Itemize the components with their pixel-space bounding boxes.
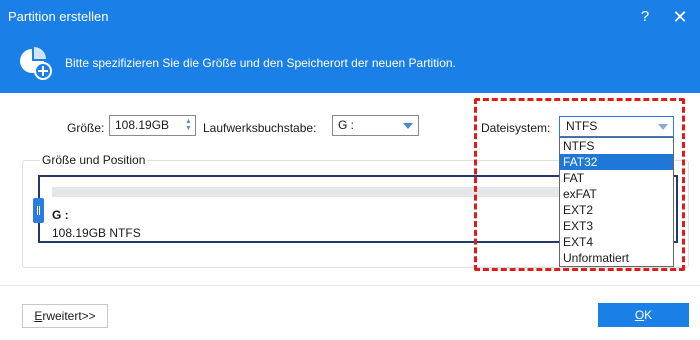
- drive-letter-label: Laufwerksbuchstabe:: [203, 121, 317, 135]
- help-button[interactable]: ?: [633, 5, 657, 29]
- window-title: Partition erstellen: [8, 9, 109, 24]
- size-label: Größe:: [67, 121, 105, 135]
- instruction-text: Bitte spezifizieren Sie die Größe und de…: [65, 56, 456, 70]
- ok-label: K: [644, 308, 653, 322]
- size-value: 108.19GB: [115, 118, 170, 132]
- partition-add-icon: [20, 47, 52, 80]
- highlight-annotation: [474, 98, 685, 271]
- size-stepper[interactable]: 108.19GB ▲ ▼: [109, 115, 196, 136]
- partition-info: 108.19GB NTFS: [52, 226, 141, 240]
- drive-letter-select[interactable]: G :: [332, 115, 419, 136]
- drive-letter-value: G :: [338, 118, 355, 132]
- advanced-button[interactable]: Erweitert>>: [22, 304, 108, 328]
- partition-name: G :: [52, 208, 69, 222]
- ok-button[interactable]: OK: [598, 303, 689, 327]
- title-bar: Partition erstellen ? ✕: [0, 0, 700, 35]
- resize-handle[interactable]: [33, 198, 44, 223]
- advanced-label: rweitert>>: [42, 309, 96, 323]
- position-group-title: Größe und Position: [40, 153, 148, 167]
- instruction-banner: Bitte spezifizieren Sie die Größe und de…: [0, 35, 700, 93]
- ok-access-key: O: [634, 308, 645, 322]
- spin-arrows-icon[interactable]: ▲ ▼: [184, 118, 193, 133]
- close-button[interactable]: ✕: [668, 5, 692, 29]
- chevron-down-icon: [403, 123, 413, 129]
- footer-divider: [0, 285, 700, 286]
